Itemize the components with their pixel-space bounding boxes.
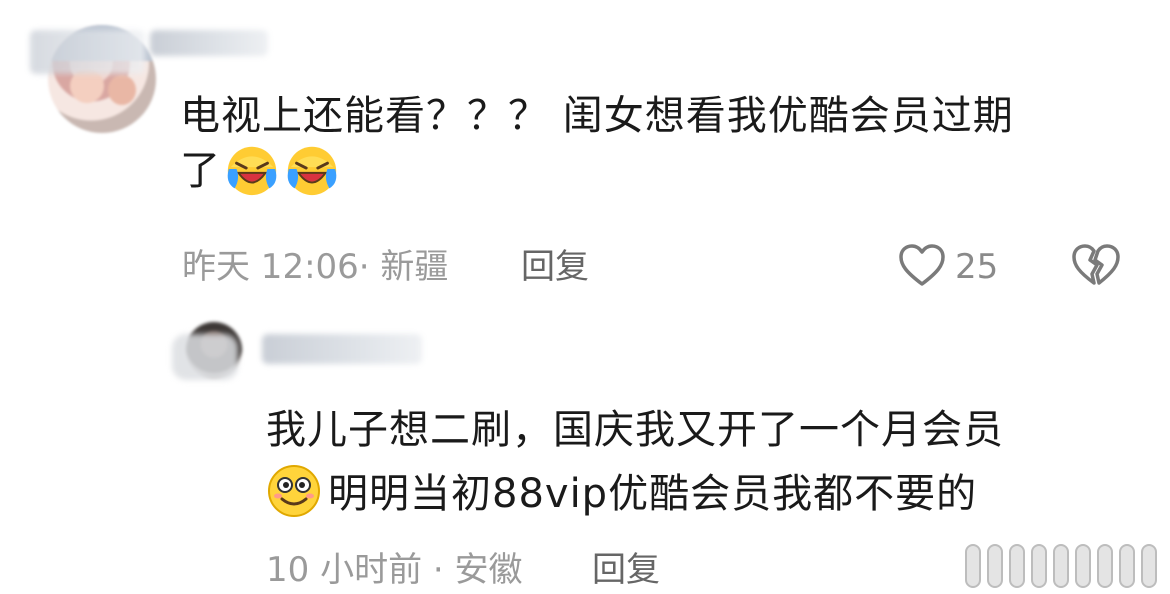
watermark	[945, 540, 1170, 593]
comment-meta: 昨天 12:06· 新疆	[182, 247, 449, 287]
crying-laughing-emoji	[283, 140, 341, 198]
heart-icon[interactable]	[896, 241, 948, 291]
crying-laughing-emoji	[223, 140, 281, 198]
username-blurred[interactable]	[150, 30, 268, 56]
avatar-overlay-blur	[30, 30, 145, 74]
reply-button[interactable]: 回复	[521, 242, 589, 292]
comment-text: 电视上还能看？？？ 闺女想看我优酷会员过期 了	[180, 92, 1110, 198]
broken-heart-icon[interactable]	[1070, 241, 1122, 291]
comment-text-line: 明明当初88vip优酷会员我都不要的	[328, 471, 978, 517]
silly-smile-emoji	[266, 463, 322, 519]
username-blurred[interactable]	[262, 334, 422, 364]
like-count: 25	[955, 247, 999, 287]
comment-meta: 10 小时前 · 安徽	[266, 550, 523, 590]
avatar-overlay-blur	[172, 334, 238, 380]
comment-text-line: 我儿子想二刷，国庆我又开了一个月会员	[266, 407, 1004, 453]
reply-button[interactable]: 回复	[592, 546, 660, 594]
comment-text-line: 了	[180, 148, 221, 194]
comment-text-line: 电视上还能看？？？ 闺女想看我优酷会员过期	[180, 93, 1014, 139]
comment-text: 我儿子想二刷，国庆我又开了一个月会员 明明当初88vip优酷会员我都不要的	[266, 398, 1146, 526]
